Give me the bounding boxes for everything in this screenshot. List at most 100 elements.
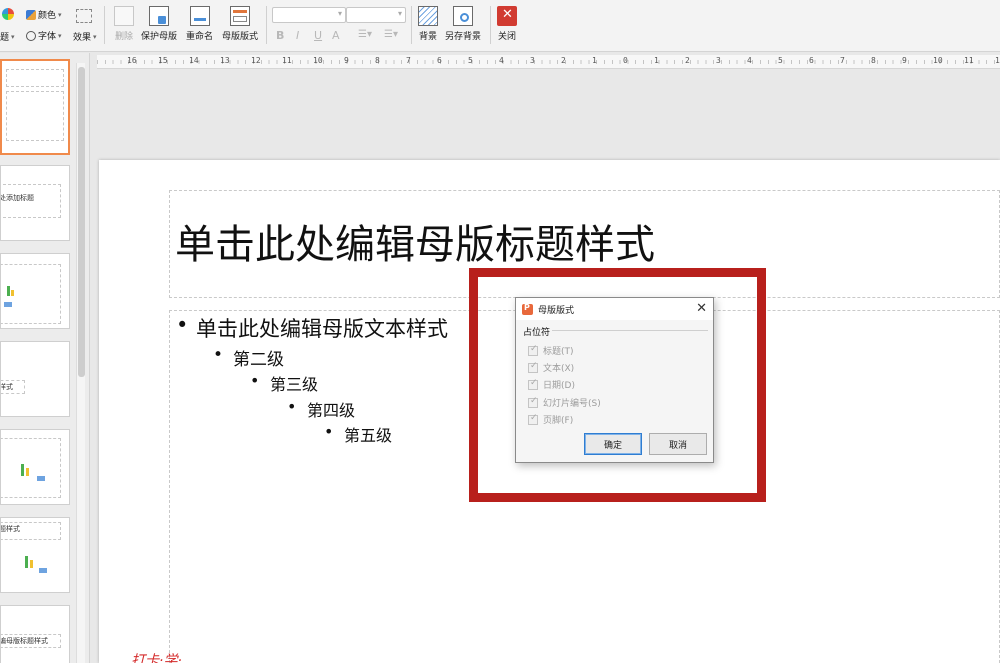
- title-checkbox[interactable]: 标题(T): [528, 344, 574, 357]
- palette-icon: [26, 9, 36, 20]
- background-button[interactable]: 背景: [418, 6, 438, 42]
- ok-button[interactable]: 确定: [584, 433, 642, 455]
- ruler-tick-label: 8: [375, 56, 380, 65]
- theme-label: 题: [0, 33, 10, 43]
- text-level-1[interactable]: 单击此处编辑母版文本样式: [176, 313, 448, 343]
- select-box-button[interactable]: [76, 9, 92, 23]
- slide-thumbnail[interactable]: 题样式: [0, 517, 70, 593]
- cancel-button[interactable]: 取消: [649, 433, 707, 455]
- rename-icon: [189, 6, 210, 26]
- checkbox-icon: [528, 361, 538, 373]
- slide-thumbnail[interactable]: [0, 429, 70, 505]
- text-level-2[interactable]: 第二级: [213, 345, 284, 370]
- master-layout-dialog: 母版版式 ✕ 占位符 标题(T) 文本(X) 日期(D) 幻灯片编号(S) 页脚…: [515, 297, 714, 463]
- divider: [104, 6, 105, 44]
- palette-icon: [2, 8, 14, 20]
- checkbox-icon: [528, 378, 538, 390]
- ruler-tick-label: 0: [623, 56, 628, 65]
- ruler-tick-label: 12: [251, 56, 261, 65]
- effects-button[interactable]: 效果 ▾: [73, 30, 97, 44]
- ruler-tick-label: 9: [902, 56, 907, 65]
- ruler-tick-label: 10: [933, 56, 943, 65]
- font-icon: [26, 30, 36, 41]
- text-checkbox[interactable]: 文本(X): [528, 361, 574, 374]
- slide-thumbnail[interactable]: [0, 253, 70, 329]
- close-master-button[interactable]: ✕ 关闭: [497, 6, 517, 42]
- ruler-tick-label: 10: [313, 56, 323, 65]
- font-size-select[interactable]: [346, 7, 406, 23]
- ruler-tick-label: 11: [964, 56, 974, 65]
- rename-button[interactable]: 重命名: [186, 6, 213, 42]
- slide-thumbnail[interactable]: 样式: [0, 341, 70, 417]
- checkbox-icon: [528, 396, 538, 408]
- font-button[interactable]: 字体 ▾: [26, 29, 62, 42]
- underline-button[interactable]: U: [314, 29, 322, 42]
- ruler-tick-label: 9: [344, 56, 349, 65]
- watermark-signature: 打卡·学·: [131, 653, 182, 663]
- thumbnail-scrollbar[interactable]: [76, 63, 85, 663]
- save-background-button[interactable]: 另存背景: [445, 6, 481, 42]
- ruler-tick-label: 16: [127, 56, 137, 65]
- ruler-tick-label: 2: [685, 56, 690, 65]
- font-label: 字体: [38, 32, 57, 42]
- theme-palette-button[interactable]: [2, 8, 14, 20]
- font-color-button[interactable]: A: [332, 29, 340, 42]
- ruler-tick-label: 11: [282, 56, 292, 65]
- text-level-5[interactable]: 第五级: [324, 422, 392, 446]
- checkbox-icon: [528, 344, 538, 356]
- close-master-icon: ✕: [497, 6, 517, 26]
- ruler-tick-label: 6: [437, 56, 442, 65]
- ruler-tick-label: 14: [189, 56, 199, 65]
- ruler-tick-label: 15: [158, 56, 168, 65]
- slide-thumbnail[interactable]: 编母版标题样式: [0, 605, 70, 663]
- text-level-3[interactable]: 第三级: [250, 371, 318, 395]
- divider: [490, 6, 491, 44]
- scrollbar-thumb[interactable]: [78, 67, 85, 377]
- ruler-tick-label: 5: [778, 56, 783, 65]
- slide-thumbnail-panel: 处添加标题 样式 题样式 编母版标题样式: [0, 53, 90, 663]
- color-button[interactable]: 颜色 ▾: [26, 8, 62, 21]
- master-title-text[interactable]: 单击此处编辑母版标题样式: [175, 212, 655, 270]
- slide-thumbnail[interactable]: [0, 59, 70, 155]
- effects-label: 效果: [73, 33, 92, 43]
- ruler-tick-label: 4: [747, 56, 752, 65]
- ruler-tick-label: 1: [654, 56, 659, 65]
- master-layout-button[interactable]: 母版版式: [222, 6, 258, 42]
- dialog-titlebar[interactable]: 母版版式 ✕: [516, 298, 713, 320]
- footer-checkbox[interactable]: 页脚(F): [528, 413, 573, 426]
- ruler-tick-label: 1: [592, 56, 597, 65]
- ruler-tick-label: 4: [499, 56, 504, 65]
- save-background-icon: [453, 6, 473, 26]
- protect-master-button[interactable]: 保护母版: [141, 6, 177, 42]
- divider: [266, 6, 267, 44]
- ruler-tick-label: 2: [561, 56, 566, 65]
- font-family-select[interactable]: [272, 7, 346, 23]
- bold-button[interactable]: B: [276, 29, 284, 42]
- ruler-tick-label: 8: [871, 56, 876, 65]
- close-icon[interactable]: ✕: [696, 301, 707, 316]
- ruler-tick-label: 3: [530, 56, 535, 65]
- ruler-tick-label: 6: [809, 56, 814, 65]
- numbered-list-icon[interactable]: ☰▾: [384, 29, 398, 40]
- ribbon-toolbar: 颜色▾ 题▾ 字体▾ 效果▾ 删除 保护母版 重命名 母版版式 B I U A …: [0, 0, 1000, 52]
- background-icon: [418, 6, 438, 26]
- divider: [411, 6, 412, 44]
- dialog-title: 母版版式: [538, 305, 575, 316]
- ruler-tick-label: 5: [468, 56, 473, 65]
- checkbox-icon: [528, 413, 538, 425]
- master-layout-icon: [230, 6, 250, 26]
- theme-button[interactable]: 题 ▾: [0, 30, 15, 44]
- italic-button[interactable]: I: [296, 29, 299, 42]
- divider: [552, 330, 708, 331]
- slide-number-checkbox[interactable]: 幻灯片编号(S): [528, 396, 601, 409]
- date-checkbox[interactable]: 日期(D): [528, 378, 575, 391]
- delete-master-button[interactable]: 删除: [114, 6, 134, 42]
- text-level-4[interactable]: 第四级: [287, 397, 355, 421]
- delete-master-icon: [114, 6, 134, 26]
- ruler-tick-label: 13: [220, 56, 230, 65]
- bullet-list-icon[interactable]: ☰▾: [358, 29, 372, 40]
- horizontal-ruler: 161514131211109876543210123456789101112: [97, 55, 1000, 69]
- slide-thumbnail[interactable]: 处添加标题: [0, 165, 70, 241]
- protect-master-icon: [149, 6, 169, 26]
- color-label: 颜色: [38, 11, 57, 21]
